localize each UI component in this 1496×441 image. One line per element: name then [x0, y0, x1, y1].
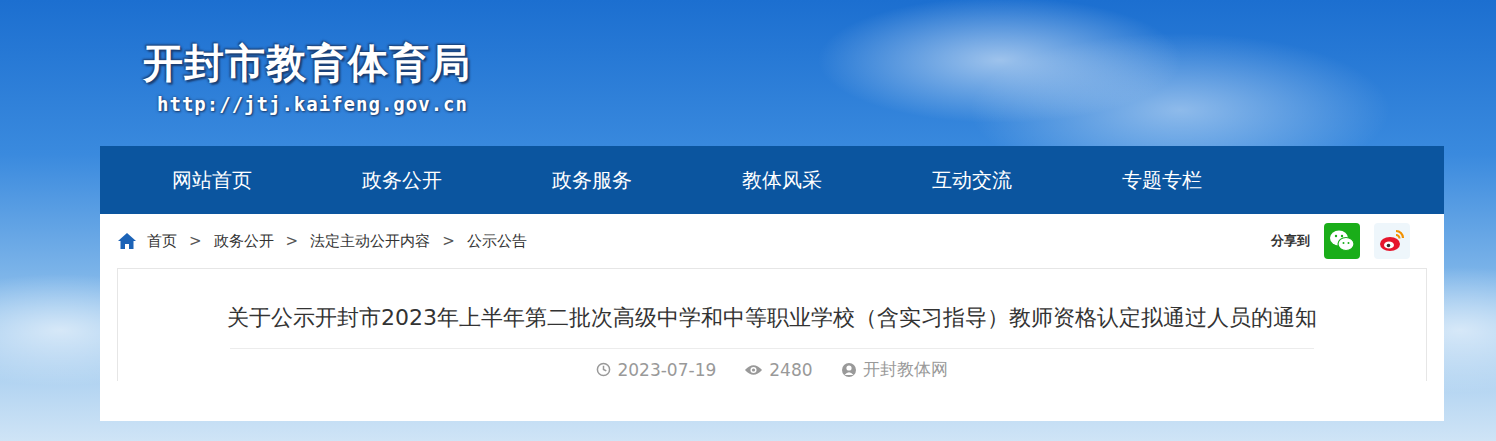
breadcrumb-item[interactable]: 法定主动公开内容	[310, 232, 430, 251]
share-bar: 分享到	[1271, 223, 1410, 259]
nav-item[interactable]: 互动交流	[932, 167, 1122, 194]
main-container: 网站首页政务公开政务服务教体风采互动交流专题专栏首页>政务公开>法定主动公开内容…	[100, 146, 1444, 421]
article-meta: 2023-07-19 2480 开封教体网	[118, 349, 1426, 381]
breadcrumb-separator: >	[189, 232, 202, 250]
breadcrumb-item[interactable]: 公示公告	[467, 232, 527, 251]
article-source: 开封教体网	[841, 358, 948, 381]
breadcrumb-separator: >	[286, 232, 299, 250]
wechat-icon[interactable]	[1324, 223, 1360, 259]
nav-item[interactable]: 政务公开	[362, 167, 552, 194]
clock-icon	[596, 362, 611, 377]
nav-item[interactable]: 网站首页	[172, 167, 362, 194]
nav-item[interactable]: 专题专栏	[1122, 167, 1312, 194]
user-icon	[841, 362, 857, 378]
breadcrumb-item[interactable]: 首页	[147, 232, 177, 251]
eye-icon	[744, 363, 763, 377]
nav-item[interactable]: 教体风采	[742, 167, 932, 194]
title-divider	[230, 348, 1314, 349]
article-title: 关于公示开封市2023年上半年第二批次高级中学和中等职业学校（含实习指导）教师资…	[227, 302, 1317, 334]
page: 开封市教育体育局http://jtj.kaifeng.gov.cn网站首页政务公…	[0, 0, 1496, 441]
site-title: 开封市教育体育局	[143, 38, 471, 88]
nav-bar: 网站首页政务公开政务服务教体风采互动交流专题专栏	[100, 146, 1444, 214]
site-header: 开封市教育体育局 http://jtj.kaifeng.gov.cn	[0, 0, 1496, 146]
breadcrumb: 首页 > 政务公开 > 法定主动公开内容 > 公示公告	[117, 232, 527, 251]
article: 关于公示开封市2023年上半年第二批次高级中学和中等职业学校（含实习指导）教师资…	[117, 268, 1427, 381]
breadcrumb-row: 首页 > 政务公开 > 法定主动公开内容 > 公示公告 分享到	[100, 214, 1444, 268]
view-count: 2480	[744, 358, 812, 381]
nav-item[interactable]: 政务服务	[552, 167, 742, 194]
publish-date: 2023-07-19	[596, 358, 716, 381]
content-area: 首页 > 政务公开 > 法定主动公开内容 > 公示公告 分享到关于公示开封市2023年上半年第…	[100, 214, 1444, 421]
site-url: http://jtj.kaifeng.gov.cn	[143, 92, 471, 116]
site-logo[interactable]: 开封市教育体育局 http://jtj.kaifeng.gov.cn	[143, 38, 471, 116]
weibo-icon[interactable]	[1374, 223, 1410, 259]
share-label: 分享到	[1271, 232, 1310, 250]
breadcrumb-separator: >	[442, 232, 455, 250]
breadcrumb-item[interactable]: 政务公开	[214, 232, 274, 251]
home-icon	[117, 232, 137, 250]
